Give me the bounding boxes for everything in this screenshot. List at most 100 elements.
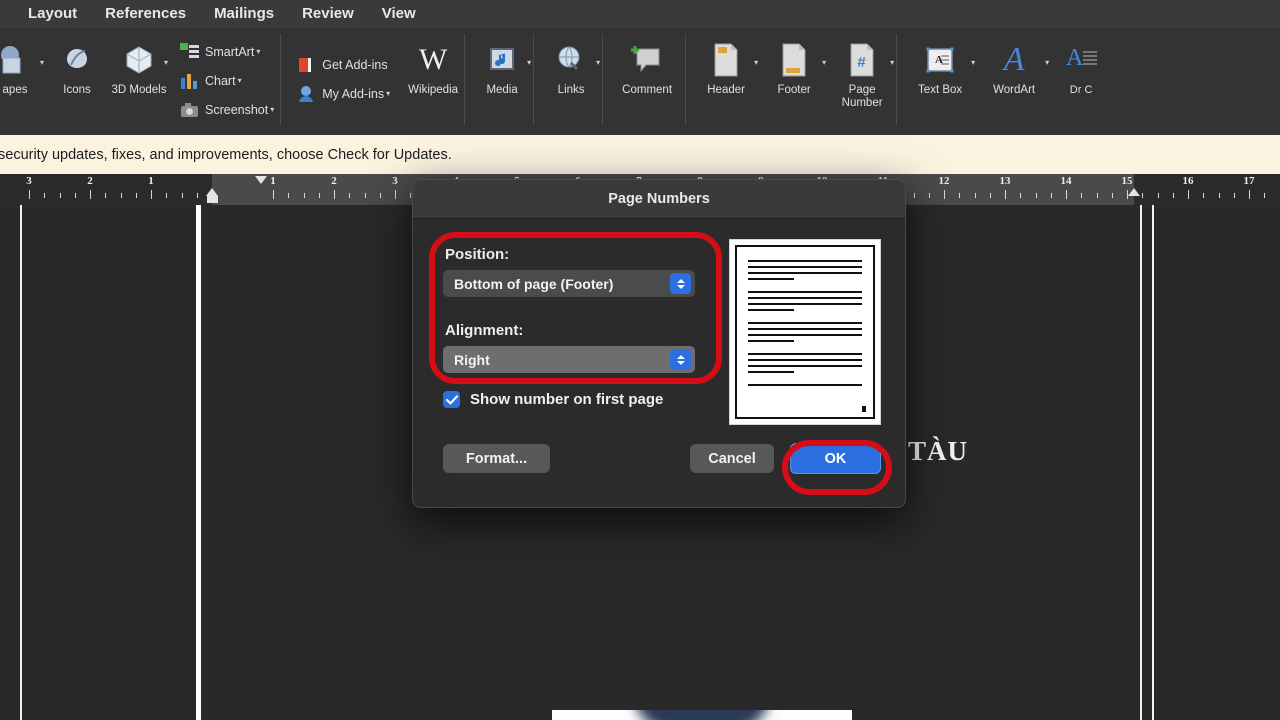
get-addins-icon — [295, 54, 317, 76]
text-box-icon: A — [924, 38, 956, 82]
ruler-number: 3 — [392, 175, 398, 187]
ribbon-label-header: Header — [707, 84, 745, 96]
chart-icon — [178, 70, 200, 92]
ribbon-button-links[interactable]: Links ▾ — [540, 32, 602, 124]
checkbox-label: Show number on first page — [470, 391, 664, 408]
ribbon-label-my-addins: My Add-ins — [322, 86, 385, 101]
update-notification-bar[interactable]: security updates, fixes, and improvement… — [0, 135, 1280, 174]
ribbon-label-icons: Icons — [63, 84, 91, 96]
document-heading-right: TÀU — [908, 436, 969, 466]
dialog-title-bar[interactable]: Page Numbers — [413, 180, 905, 219]
ruler-number: 14 — [1060, 175, 1072, 187]
header-icon — [711, 38, 741, 82]
show-number-first-page-checkbox[interactable]: Show number on first page — [443, 391, 663, 408]
chevron-down-icon[interactable]: ▾ — [1045, 58, 1049, 67]
ribbon-button-wordart[interactable]: A WordArt ▾ — [977, 32, 1051, 124]
ribbon-button-header[interactable]: Header ▾ — [692, 32, 760, 124]
chevron-down-icon[interactable]: ▾ — [256, 47, 260, 56]
ribbon-button-get-addins[interactable]: Get Add-ins — [291, 50, 396, 79]
ribbon-button-comment[interactable]: Comment — [609, 32, 685, 124]
ribbon-button-icons[interactable]: Icons — [46, 32, 108, 124]
alignment-value: Right — [454, 351, 490, 368]
position-dropdown[interactable]: Bottom of page (Footer) — [443, 270, 695, 297]
page-left-edge — [20, 205, 22, 720]
preview-page — [735, 245, 875, 419]
first-line-indent-marker[interactable] — [255, 176, 267, 184]
right-margin-guide — [1140, 205, 1142, 720]
ok-button[interactable]: OK — [790, 443, 881, 474]
chevron-down-icon[interactable]: ▾ — [238, 76, 242, 85]
ruler-number: 2 — [331, 175, 337, 187]
tab-mailings[interactable]: Mailings — [200, 0, 288, 28]
right-indent-marker[interactable] — [1128, 188, 1140, 196]
comment-icon — [629, 38, 665, 82]
ribbon-button-chart[interactable]: Chart ▾ — [174, 66, 280, 95]
alignment-dropdown[interactable]: Right — [443, 346, 695, 373]
left-margin-guide — [196, 205, 201, 720]
ribbon-button-text-box[interactable]: A Text Box ▾ — [903, 32, 977, 124]
ribbon-group-media: Media ▾ — [465, 28, 533, 135]
ribbon-button-my-addins[interactable]: My Add-ins ▾ — [291, 79, 396, 108]
ribbon-subgroup-smartart: SmartArt ▾ Chart ▾ Screenshot ▾ — [174, 32, 280, 124]
ribbon-button-drop-cap[interactable]: A Dr C — [1051, 32, 1111, 124]
ribbon-button-page-number[interactable]: # Page Number ▾ — [828, 32, 896, 124]
chevron-down-icon[interactable]: ▾ — [971, 58, 975, 67]
ribbon-label-links: Links — [557, 84, 585, 96]
wikipedia-icon: W — [418, 43, 448, 76]
preview-page-number-mark — [862, 406, 866, 412]
position-stepper-icon[interactable] — [670, 273, 691, 294]
ribbon-group-links: Links ▾ — [534, 28, 602, 135]
ruler-number: 12 — [938, 175, 950, 187]
screenshot-icon — [178, 99, 200, 121]
tab-references[interactable]: References — [91, 0, 200, 28]
ribbon-label-3d-models: 3D Models — [111, 84, 167, 96]
ruler-number: 15 — [1121, 175, 1133, 187]
ribbon-label-get-addins: Get Add-ins — [322, 57, 388, 72]
ribbon-label-footer: Footer — [777, 84, 811, 96]
logo-emblem — [636, 710, 768, 720]
ribbon-label-wikipedia: Wikipedia — [408, 84, 459, 96]
ribbon-group-addins: Get Add-ins My Add-ins ▾ W Wikipedia — [281, 28, 464, 135]
tab-view[interactable]: View — [368, 0, 430, 28]
smartart-icon — [178, 41, 200, 63]
icons-icon — [60, 38, 94, 82]
chevron-down-icon[interactable]: ▾ — [40, 58, 44, 67]
alignment-stepper-icon[interactable] — [670, 349, 691, 370]
ruler-number: 17 — [1243, 175, 1255, 187]
page-right-edge — [1152, 205, 1154, 720]
ribbon-label-chart: Chart — [205, 73, 236, 88]
ribbon-button-wikipedia[interactable]: W Wikipedia — [402, 32, 464, 124]
ribbon-button-media[interactable]: Media ▾ — [471, 32, 533, 124]
checkbox-checked-icon[interactable] — [443, 391, 460, 408]
tab-review[interactable]: Review — [288, 0, 368, 28]
document-logo-image[interactable] — [552, 710, 852, 720]
ribbon-subgroup-addins: Get Add-ins My Add-ins ▾ — [291, 32, 396, 108]
chevron-down-icon[interactable]: ▾ — [270, 105, 274, 114]
ribbon-toolbar: apes ▾ Icons 3D Models ▾ SmartArt ▾ Char… — [0, 28, 1280, 135]
left-indent-box[interactable] — [207, 196, 218, 203]
chevron-down-icon[interactable]: ▾ — [754, 58, 758, 67]
ribbon-label-smartart: SmartArt — [205, 44, 255, 59]
media-icon — [485, 38, 519, 82]
cancel-button[interactable]: Cancel — [690, 444, 774, 473]
links-icon — [554, 38, 588, 82]
ribbon-button-footer[interactable]: Footer ▾ — [760, 32, 828, 124]
chevron-down-icon[interactable]: ▾ — [386, 89, 390, 98]
chevron-down-icon[interactable]: ▾ — [527, 58, 531, 67]
shapes-icon — [0, 38, 33, 82]
ribbon-button-smartart[interactable]: SmartArt ▾ — [174, 37, 280, 66]
ribbon-button-screenshot[interactable]: Screenshot ▾ — [174, 95, 280, 124]
ribbon-group-comments: Comment — [603, 28, 685, 135]
ribbon-group-text: A Text Box ▾ A WordArt ▾ A Dr C — [897, 28, 1111, 135]
chevron-down-icon[interactable]: ▾ — [890, 58, 894, 67]
tab-layout[interactable]: Layout — [14, 0, 91, 28]
page-numbers-dialog[interactable]: Page Numbers Position: Bottom of page (F… — [412, 179, 906, 508]
dialog-body: Position: Bottom of page (Footer) Alignm… — [413, 219, 905, 507]
chevron-down-icon[interactable]: ▾ — [596, 58, 600, 67]
chevron-down-icon[interactable]: ▾ — [822, 58, 826, 67]
ribbon-button-shapes[interactable]: apes ▾ — [0, 32, 46, 124]
format-button[interactable]: Format... — [443, 444, 550, 473]
ribbon-button-3d-models[interactable]: 3D Models ▾ — [108, 32, 170, 124]
chevron-down-icon[interactable]: ▾ — [164, 58, 168, 67]
left-indent-marker[interactable] — [206, 188, 218, 196]
